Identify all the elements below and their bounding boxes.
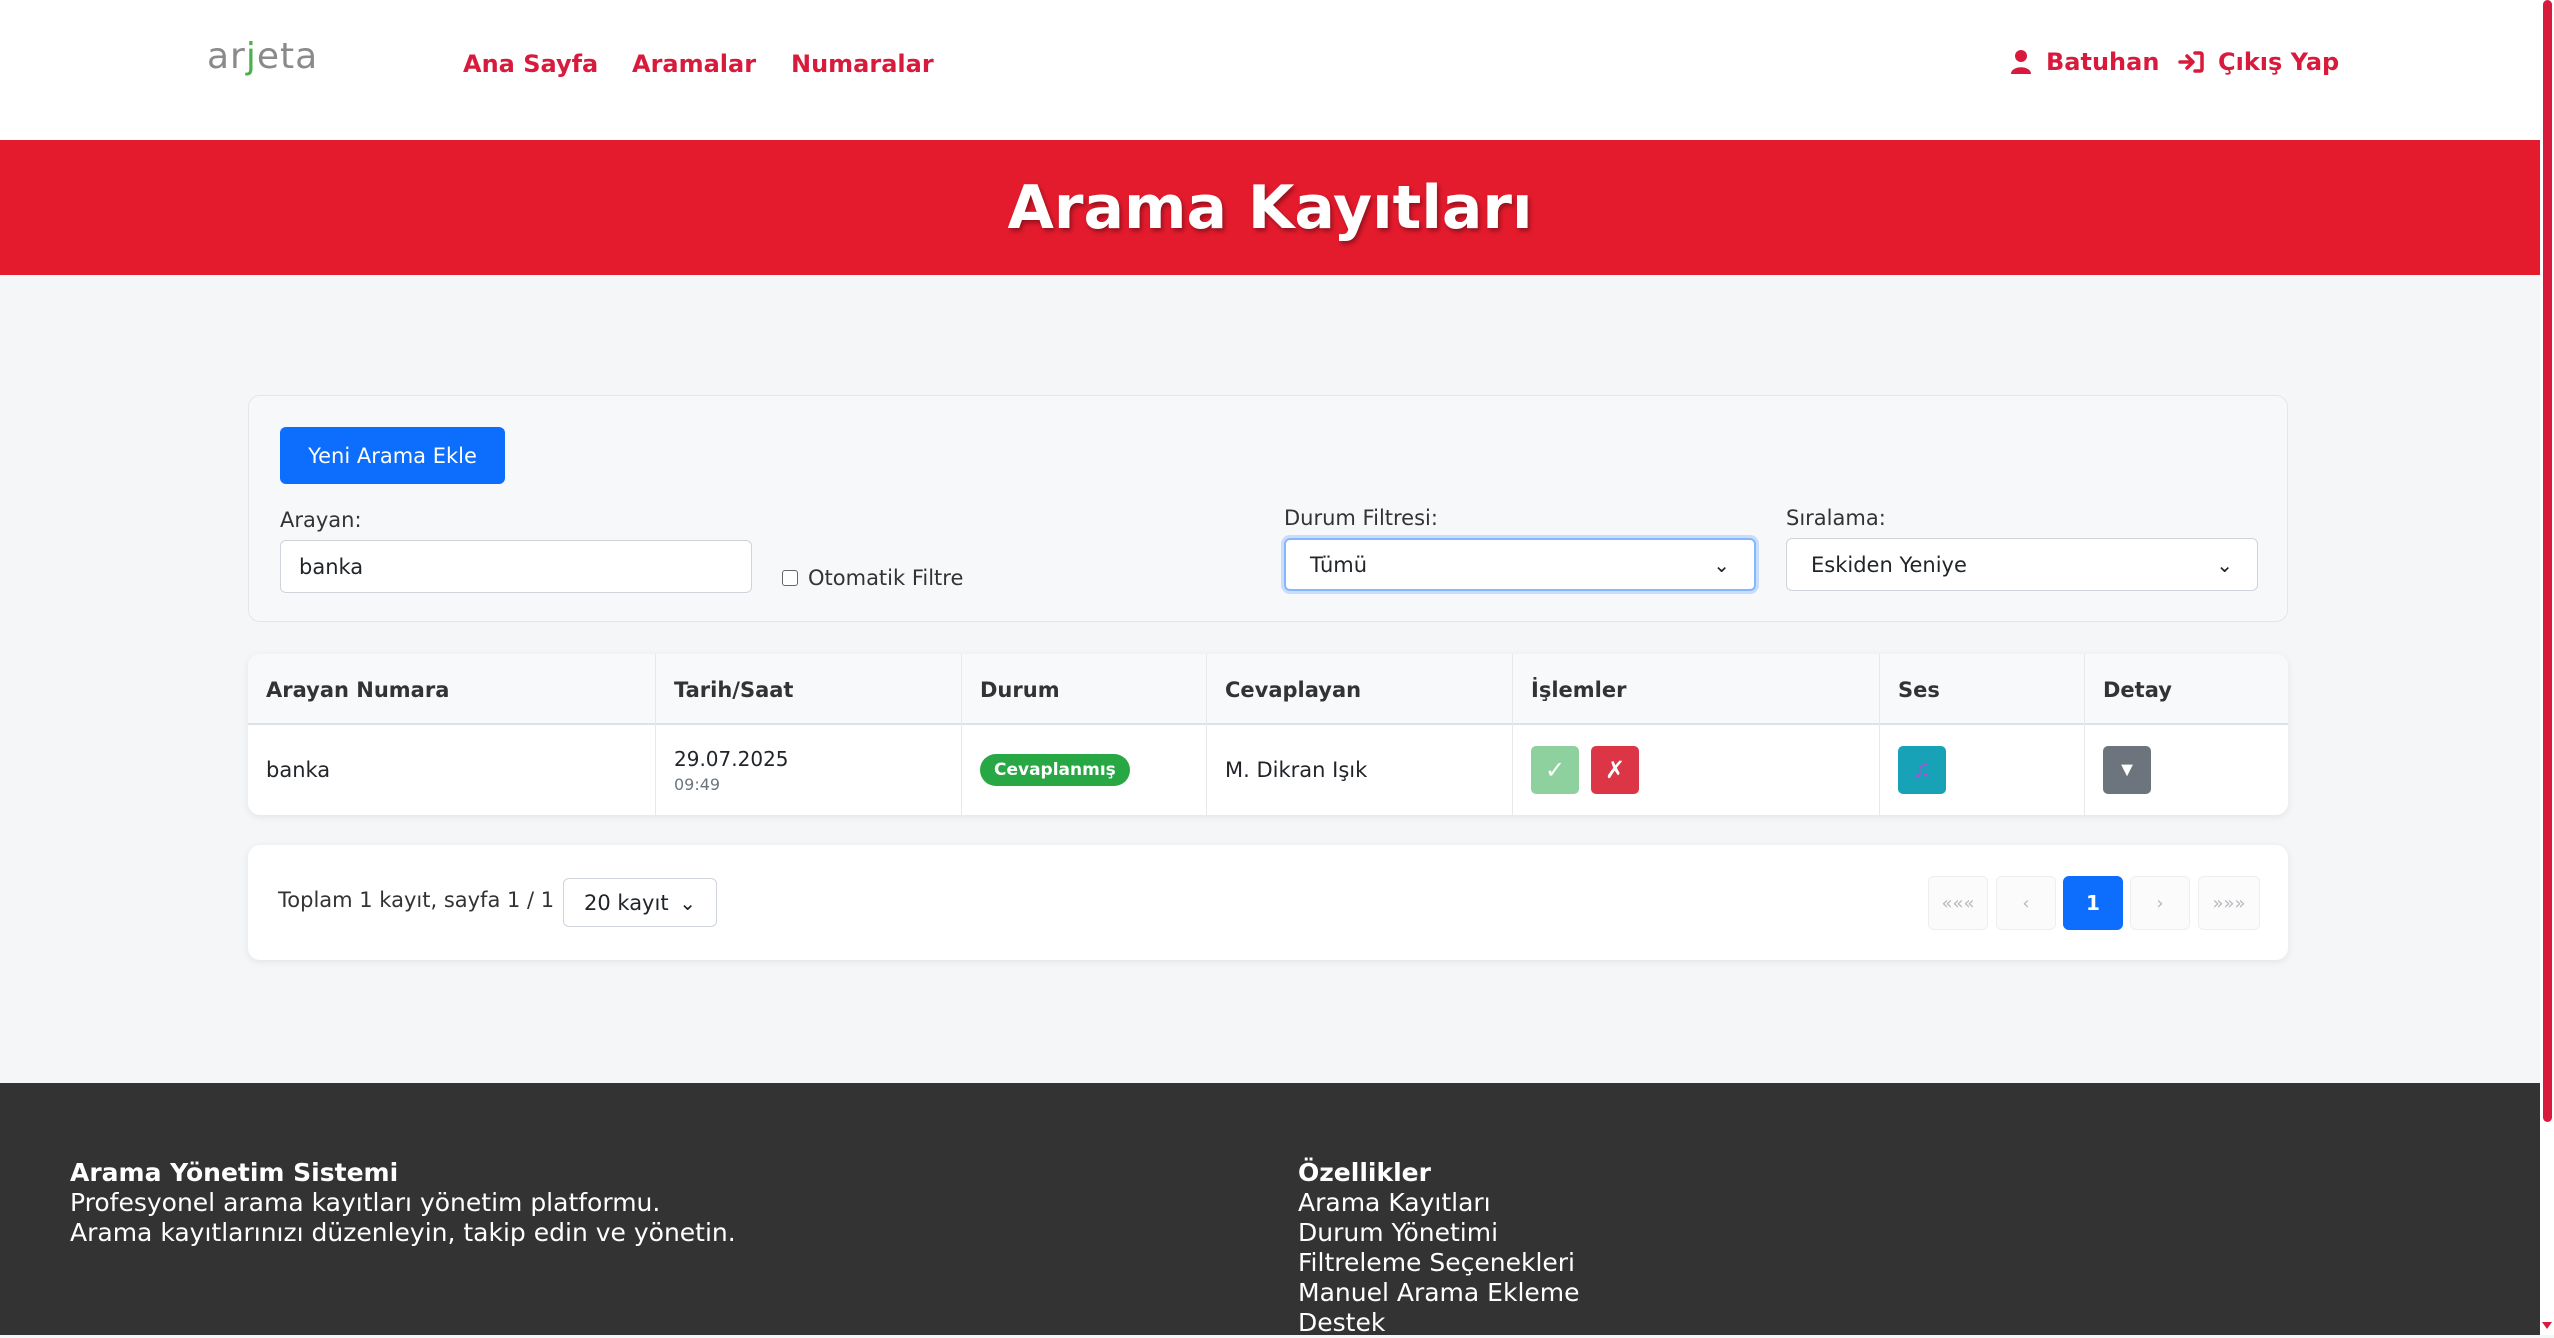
cell-caller: banka	[248, 725, 656, 815]
col-header-actions: İşlemler	[1513, 654, 1880, 725]
mark-answered-button[interactable]: ✓	[1531, 746, 1579, 794]
footer-link-call-records[interactable]: Arama Kayıtları	[1298, 1188, 1580, 1218]
pagination-panel: Toplam 1 kayıt, sayfa 1 / 1 20 kayıt ⌄ «…	[248, 845, 2288, 960]
sort-select[interactable]: Eskiden Yeniye ⌄	[1786, 538, 2258, 591]
footer-about-line: Arama kayıtlarınızı düzenleyin, takip ed…	[70, 1218, 736, 1247]
col-header-status: Durum	[962, 654, 1207, 725]
footer-link-support[interactable]: Destek	[1298, 1308, 1580, 1338]
cell-answered-by: M. Dikran Işık	[1207, 725, 1513, 815]
footer-link-manual-call[interactable]: Manuel Arama Ekleme	[1298, 1278, 1580, 1308]
auto-filter-toggle[interactable]: Otomatik Filtre	[782, 566, 963, 590]
filter-panel: Yeni Arama Ekle Arayan: Otomatik Filtre …	[248, 395, 2288, 622]
table-header: Arayan Numara Tarih/Saat Durum Cevaplaya…	[248, 654, 2288, 725]
nav-link-home[interactable]: Ana Sayfa	[463, 50, 598, 78]
scroll-down-arrow-icon[interactable]	[2542, 1322, 2552, 1329]
col-header-datetime: Tarih/Saat	[656, 654, 962, 725]
footer-about-line: Profesyonel arama kayıtları yönetim plat…	[70, 1188, 661, 1217]
logout-icon	[2178, 50, 2204, 74]
caller-label: Arayan:	[280, 508, 362, 532]
brand-logo[interactable]: arjeta	[207, 36, 318, 77]
scrollbar-thumb[interactable]	[2543, 0, 2552, 1122]
call-time: 09:49	[674, 774, 721, 794]
pagination-info: Toplam 1 kayıt, sayfa 1 / 1	[278, 888, 555, 912]
footer: Arama Yönetim Sistemi Profesyonel arama …	[0, 1083, 2540, 1338]
sort-label: Sıralama:	[1786, 506, 1886, 530]
navbar: arjeta Ana Sayfa Aramalar Numaralar Batu…	[0, 0, 2540, 140]
footer-features-title: Özellikler	[1298, 1158, 1431, 1187]
footer-features: Özellikler Arama Kayıtları Durum Yönetim…	[1298, 1158, 1580, 1338]
page-last-button[interactable]: »»»	[2198, 876, 2260, 930]
chevron-down-icon: ⌄	[679, 890, 696, 915]
auto-filter-label: Otomatik Filtre	[808, 566, 964, 590]
page-first-button[interactable]: «««	[1928, 876, 1988, 930]
per-page-value: 20 kayıt	[584, 890, 669, 915]
chevron-down-icon: ⌄	[1713, 552, 1730, 577]
play-audio-button[interactable]: ♫	[1898, 746, 1946, 794]
auto-filter-checkbox[interactable]	[782, 570, 798, 586]
per-page-select[interactable]: 20 kayıt ⌄	[563, 878, 717, 927]
user-name: Batuhan	[2046, 48, 2160, 76]
cell-status: Cevaplanmış	[962, 725, 1207, 815]
calls-table: Arayan Numara Tarih/Saat Durum Cevaplaya…	[248, 654, 2288, 815]
status-filter-label: Durum Filtresi:	[1284, 506, 1438, 530]
user-icon	[2010, 49, 2032, 75]
footer-link-status-management[interactable]: Durum Yönetimi	[1298, 1218, 1580, 1248]
cell-detail: ▼	[2085, 725, 2288, 815]
mark-missed-button[interactable]: ✗	[1591, 746, 1639, 794]
col-header-audio: Ses	[1880, 654, 2085, 725]
nav-link-calls[interactable]: Aramalar	[632, 50, 756, 78]
status-filter-select[interactable]: Tümü ⌄	[1284, 538, 1756, 591]
page-header-banner: Arama Kayıtları	[0, 140, 2540, 275]
chevron-down-icon: ⌄	[2216, 552, 2233, 577]
footer-about: Arama Yönetim Sistemi Profesyonel arama …	[70, 1158, 736, 1248]
caller-search-input[interactable]	[280, 540, 752, 593]
caret-down-icon: ▼	[2117, 758, 2137, 781]
cell-datetime: 29.07.2025 09:49	[656, 725, 962, 815]
expand-detail-button[interactable]: ▼	[2103, 746, 2151, 794]
logout-link[interactable]: Çıkış Yap	[2178, 48, 2339, 76]
cell-actions: ✓ ✗	[1513, 725, 1880, 815]
nav-link-numbers[interactable]: Numaralar	[791, 50, 934, 78]
footer-link-filter-options[interactable]: Filtreleme Seçenekleri	[1298, 1248, 1580, 1278]
add-call-button[interactable]: Yeni Arama Ekle	[280, 427, 505, 484]
user-menu[interactable]: Batuhan	[2010, 48, 2159, 76]
sort-value: Eskiden Yeniye	[1811, 552, 1967, 577]
page-next-button[interactable]: ›	[2130, 876, 2190, 930]
page-1-button[interactable]: 1	[2063, 876, 2123, 930]
music-note-icon: ♫	[1913, 756, 1931, 783]
col-header-caller: Arayan Numara	[248, 654, 656, 725]
page-title: Arama Kayıtları	[1007, 172, 1533, 243]
footer-about-title: Arama Yönetim Sistemi	[70, 1158, 399, 1187]
page-prev-button[interactable]: ‹	[1996, 876, 2056, 930]
logout-label: Çıkış Yap	[2218, 48, 2340, 76]
cell-audio: ♫	[1880, 725, 2085, 815]
col-header-answered-by: Cevaplayan	[1207, 654, 1513, 725]
call-date: 29.07.2025	[674, 746, 789, 771]
status-filter-value: Tümü	[1310, 552, 1368, 577]
col-header-detail: Detay	[2103, 677, 2172, 702]
table-row: banka 29.07.2025 09:49 Cevaplanmış M. Di…	[248, 725, 2288, 815]
status-badge: Cevaplanmış	[980, 754, 1130, 786]
